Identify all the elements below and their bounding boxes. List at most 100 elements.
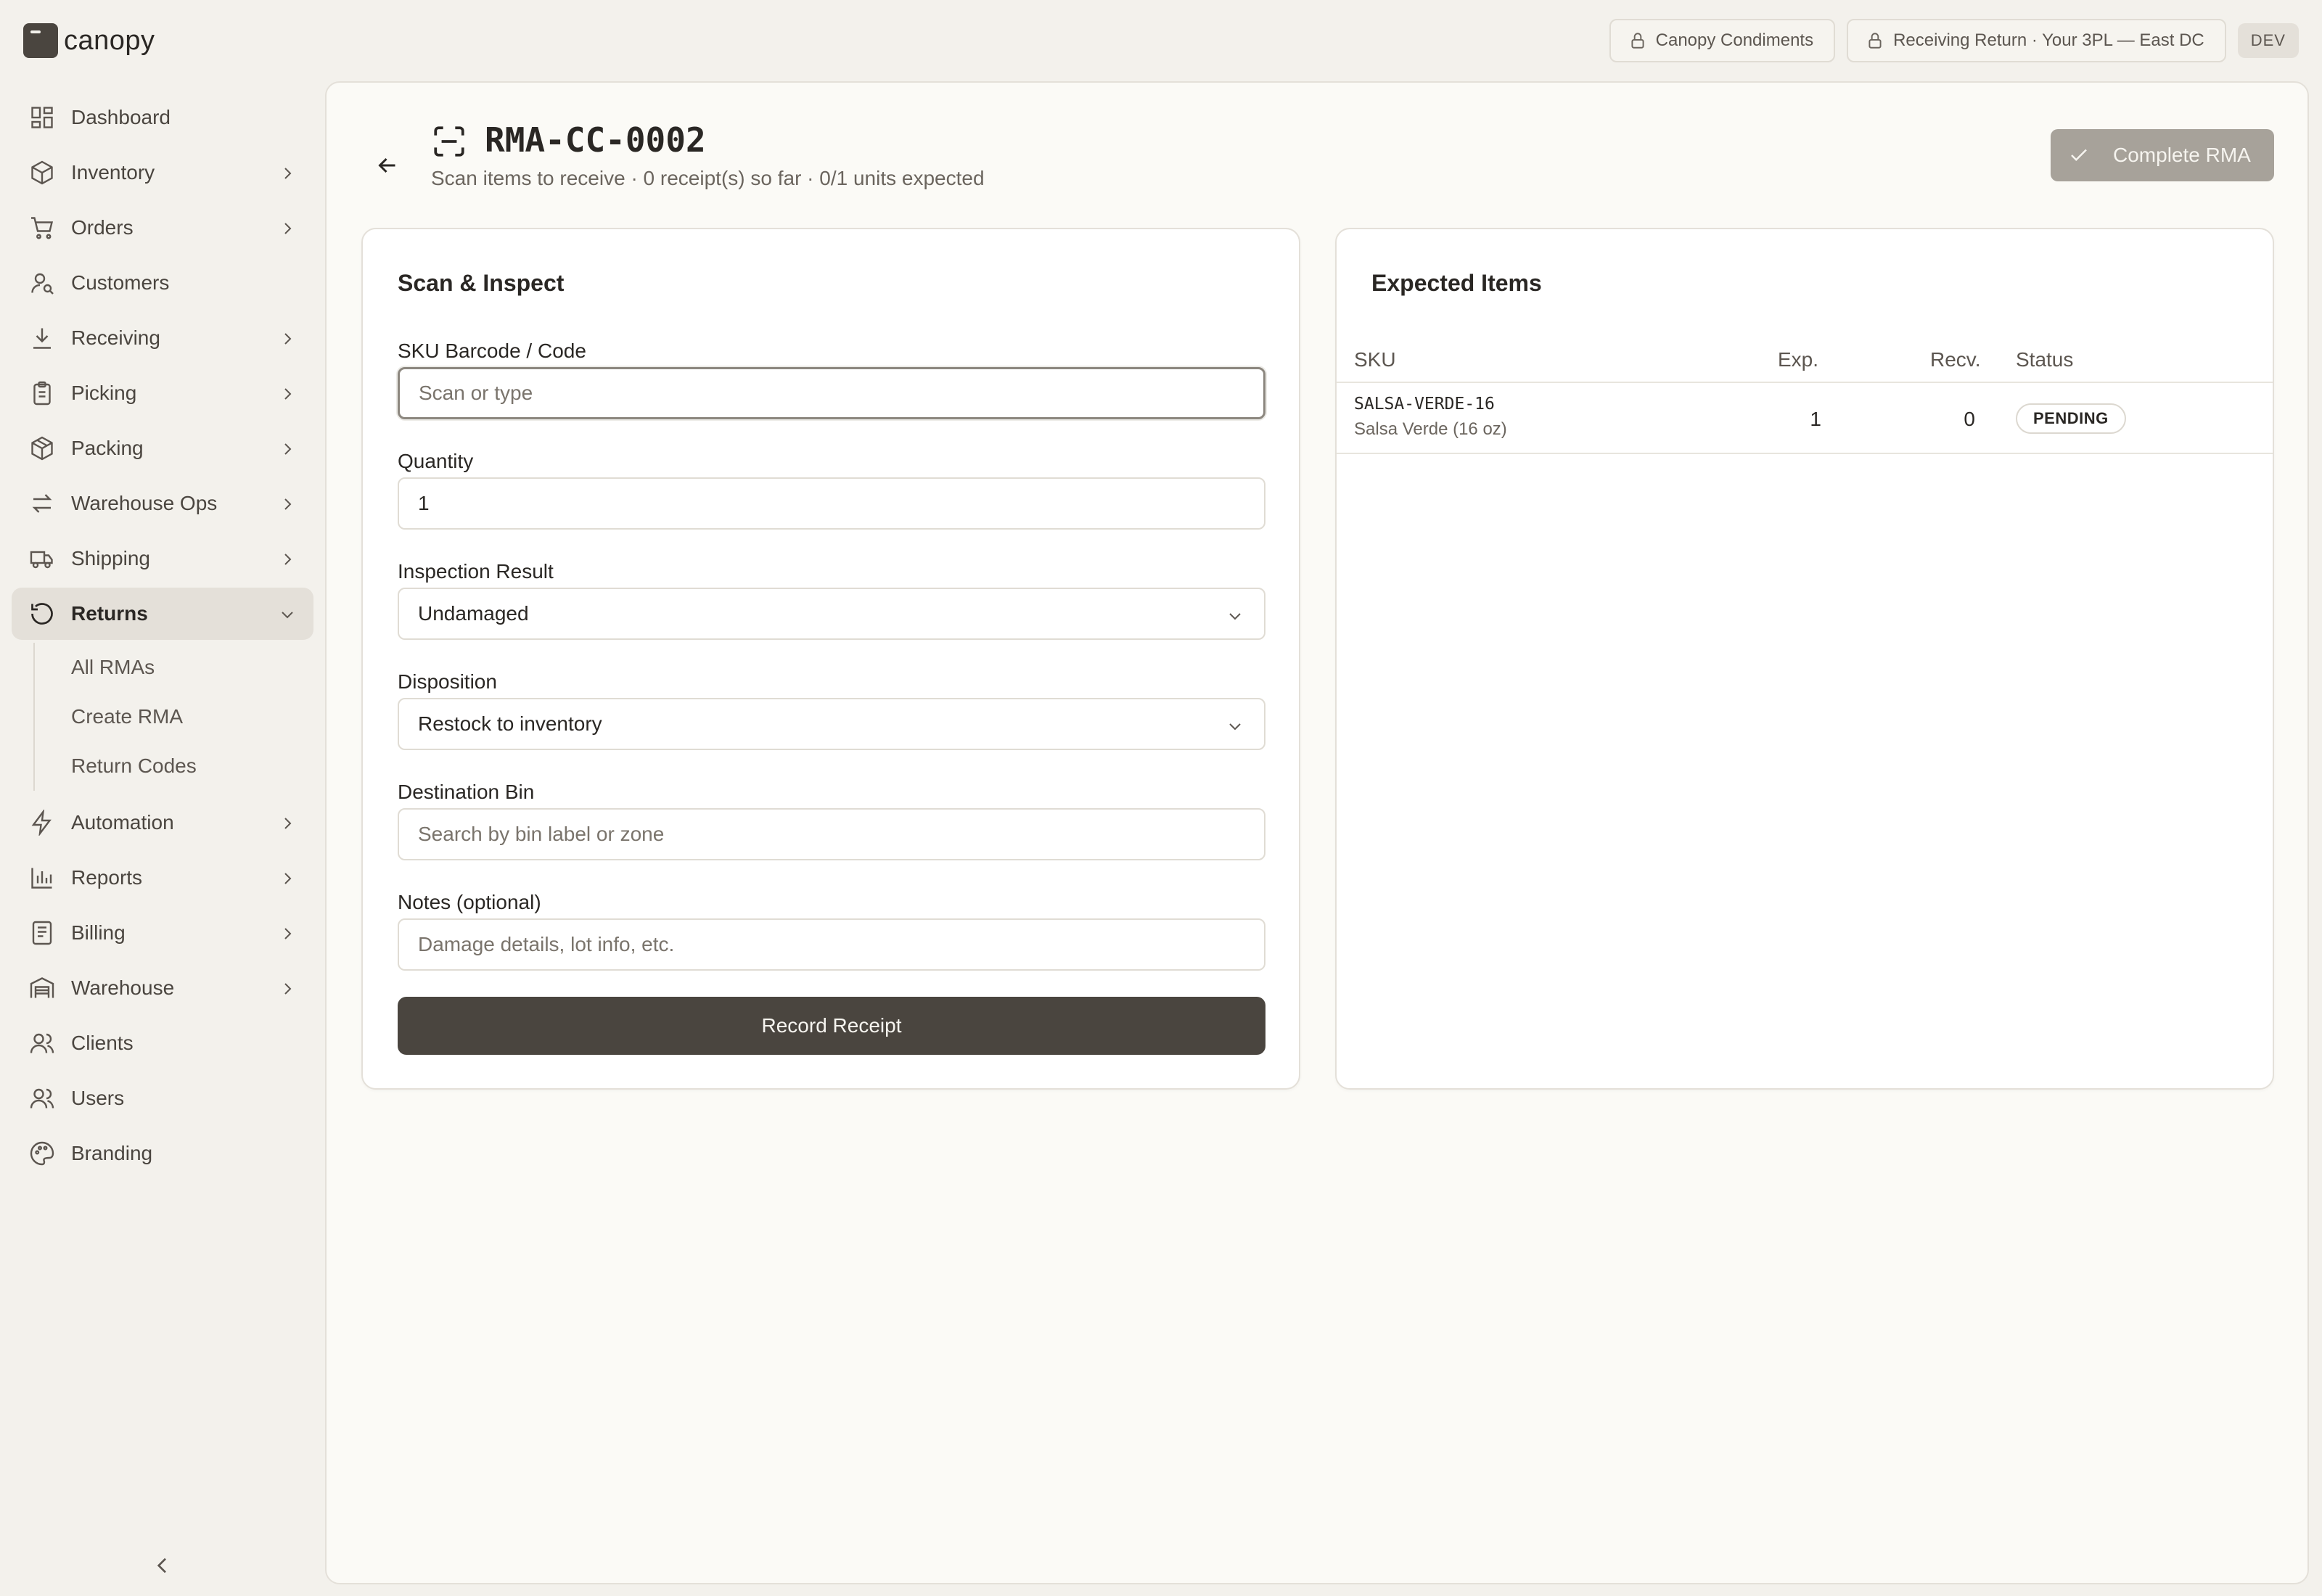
- sidebar-item-label: Returns: [71, 602, 148, 625]
- sku-input[interactable]: [398, 367, 1265, 419]
- logo-text: canopy: [64, 25, 155, 56]
- environment-badge: DEV: [2237, 23, 2299, 58]
- sidebar-item-inventory[interactable]: Inventory: [12, 147, 313, 199]
- column-status: Status: [2016, 348, 2074, 371]
- download-icon: [29, 325, 55, 351]
- chevron-left-icon: [151, 1554, 174, 1577]
- sidebar-item-automation[interactable]: Automation: [12, 797, 313, 849]
- sidebar-item-label: Shipping: [71, 547, 150, 569]
- app-logo[interactable]: canopy: [23, 23, 155, 58]
- expected-qty: 1: [1810, 408, 1821, 430]
- sku-name: Salsa Verde (16 oz): [1354, 419, 1507, 439]
- quantity-label: Quantity: [398, 450, 474, 472]
- status-badge: PENDING: [2016, 403, 2126, 434]
- sku-code: SALSA-VERDE-16: [1354, 395, 1495, 414]
- notes-input[interactable]: [398, 918, 1265, 971]
- clients-icon: [29, 1030, 55, 1056]
- sidebar-subitem-create-rma[interactable]: Create RMA: [35, 692, 313, 741]
- sidebar-item-label: Users: [71, 1087, 125, 1109]
- chevron-right-icon: [279, 869, 296, 887]
- lock-icon: [1628, 31, 1647, 50]
- sidebar-item-returns[interactable]: Returns: [12, 588, 313, 640]
- back-button[interactable]: [374, 152, 401, 178]
- inspection-label: Inspection Result: [398, 560, 554, 583]
- chevron-right-icon: [279, 384, 296, 402]
- sidebar-item-label: Warehouse: [71, 976, 175, 999]
- column-sku: SKU: [1354, 348, 1396, 371]
- main-panel: RMA-CC-0002 Scan items to receive · 0 re…: [325, 81, 2309, 1584]
- sidebar-item-label: Reports: [71, 866, 143, 889]
- expected-items-title: Expected Items: [1371, 270, 1542, 296]
- package-icon: [29, 435, 55, 461]
- chevron-right-icon: [279, 979, 296, 997]
- sidebar-item-reports[interactable]: Reports: [12, 852, 313, 904]
- sidebar-item-dashboard[interactable]: Dashboard: [12, 91, 313, 144]
- lock-icon: [1866, 31, 1884, 50]
- main-nav: Dashboard Inventory Orders Customers Rec…: [12, 91, 313, 1182]
- scan-inspect-card: Scan & Inspect SKU Barcode / Code Quanti…: [361, 228, 1300, 1090]
- page-title: RMA-CC-0002: [485, 120, 706, 160]
- sidebar-item-branding[interactable]: Branding: [12, 1127, 313, 1180]
- truck-icon: [29, 546, 55, 572]
- table-header: SKU Exp. Recv. Status: [1337, 331, 2273, 383]
- chevron-right-icon: [279, 219, 296, 236]
- cart-icon: [29, 215, 55, 241]
- complete-rma-button[interactable]: Complete RMA: [2051, 129, 2274, 181]
- chart-icon: [29, 865, 55, 891]
- inspection-select[interactable]: Undamaged: [398, 588, 1265, 640]
- record-receipt-button[interactable]: Record Receipt: [398, 997, 1265, 1055]
- chevron-down-icon: [1226, 606, 1244, 624]
- sidebar-item-users[interactable]: Users: [12, 1072, 313, 1124]
- sidebar-item-label: Branding: [71, 1142, 153, 1164]
- destination-bin-label: Destination Bin: [398, 781, 535, 803]
- sidebar-item-warehouse[interactable]: Warehouse: [12, 962, 313, 1014]
- table-row: SALSA-VERDE-16 Salsa Verde (16 oz) 1 0 P…: [1337, 383, 2273, 454]
- sidebar: canopy Dashboard Inventory Orders Custom…: [0, 0, 325, 1596]
- client-selector[interactable]: Canopy Condiments: [1609, 19, 1836, 62]
- sidebar-item-clients[interactable]: Clients: [12, 1017, 313, 1069]
- sidebar-item-picking[interactable]: Picking: [12, 367, 313, 419]
- sidebar-item-packing[interactable]: Packing: [12, 422, 313, 474]
- dashboard-icon: [29, 104, 55, 131]
- sidebar-subitem-return-codes[interactable]: Return Codes: [35, 741, 313, 791]
- chevron-right-icon: [279, 495, 296, 512]
- scan-icon: [431, 123, 467, 160]
- chevron-right-icon: [279, 550, 296, 567]
- destination-bin-input[interactable]: Search by bin label or zone: [398, 808, 1265, 860]
- sidebar-item-label: Packing: [71, 437, 144, 459]
- arrow-left-icon: [374, 152, 401, 178]
- page-subtitle: Scan items to receive · 0 receipt(s) so …: [431, 167, 985, 189]
- column-exp: Exp.: [1778, 348, 1819, 371]
- chevron-down-icon: [279, 605, 296, 622]
- sidebar-subitem-all-rmas[interactable]: All RMAs: [35, 643, 313, 692]
- sidebar-item-shipping[interactable]: Shipping: [12, 532, 313, 585]
- chevron-right-icon: [279, 164, 296, 181]
- sidebar-item-receiving[interactable]: Receiving: [12, 312, 313, 364]
- sidebar-item-orders[interactable]: Orders: [12, 202, 313, 254]
- chevron-right-icon: [279, 329, 296, 347]
- disposition-select[interactable]: Restock to inventory: [398, 698, 1265, 750]
- destination-bin-placeholder: Search by bin label or zone: [418, 823, 665, 845]
- box-icon: [29, 160, 55, 186]
- sidebar-item-warehouse-ops[interactable]: Warehouse Ops: [12, 477, 313, 530]
- context-selector[interactable]: Receiving Return · Your 3PL — East DC: [1847, 19, 2226, 62]
- sidebar-item-label: Clients: [71, 1032, 134, 1054]
- chevron-right-icon: [279, 814, 296, 831]
- rotate-icon: [29, 601, 55, 627]
- quantity-input[interactable]: [398, 477, 1265, 530]
- sidebar-item-label: Warehouse Ops: [71, 492, 218, 514]
- collapse-sidebar-button[interactable]: [151, 1554, 174, 1577]
- arrows-icon: [29, 490, 55, 517]
- sidebar-item-billing[interactable]: Billing: [12, 907, 313, 959]
- warehouse-icon: [29, 975, 55, 1001]
- bolt-icon: [29, 810, 55, 836]
- complete-rma-label: Complete RMA: [2113, 144, 2251, 166]
- sidebar-item-label: Dashboard: [71, 106, 171, 128]
- receipt-icon: [29, 920, 55, 946]
- customer-icon: [29, 270, 55, 296]
- chevron-right-icon: [279, 924, 296, 942]
- sidebar-item-label: Customers: [71, 271, 170, 294]
- scan-inspect-title: Scan & Inspect: [398, 270, 565, 296]
- disposition-label: Disposition: [398, 670, 497, 693]
- sidebar-item-customers[interactable]: Customers: [12, 257, 313, 309]
